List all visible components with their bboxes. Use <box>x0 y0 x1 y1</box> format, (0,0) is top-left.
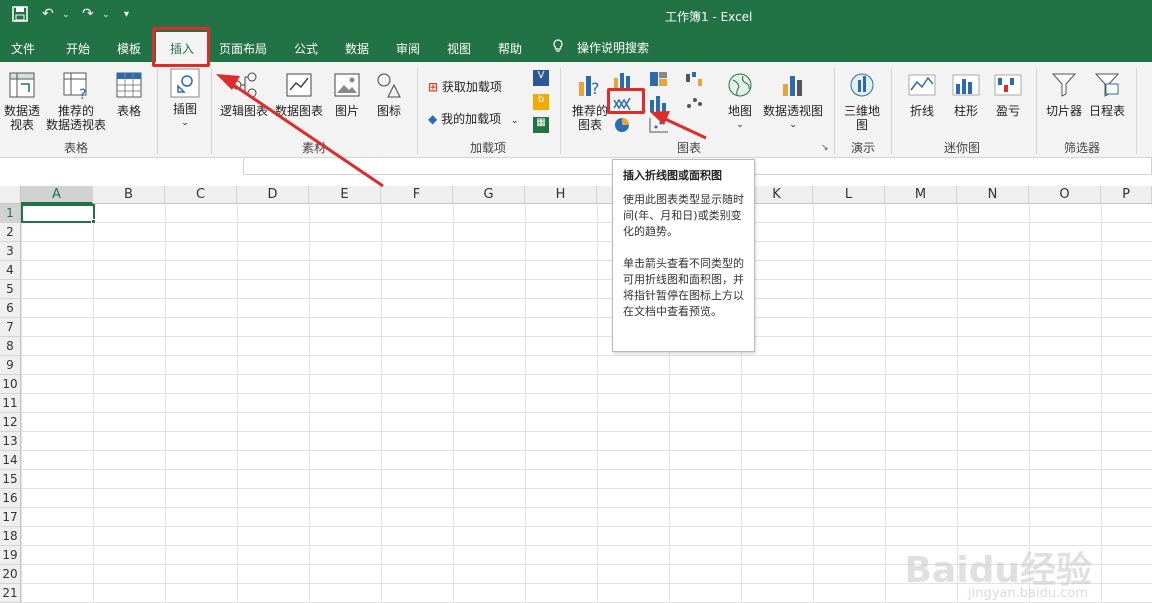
arrow-to-line-chart <box>662 116 707 140</box>
arrow-to-insert-tab <box>231 82 384 188</box>
annotation-arrows <box>216 74 707 188</box>
arrow-head-line-chart <box>650 111 670 125</box>
baidu-watermark-url: jingyan.baidu.com <box>968 586 1088 601</box>
